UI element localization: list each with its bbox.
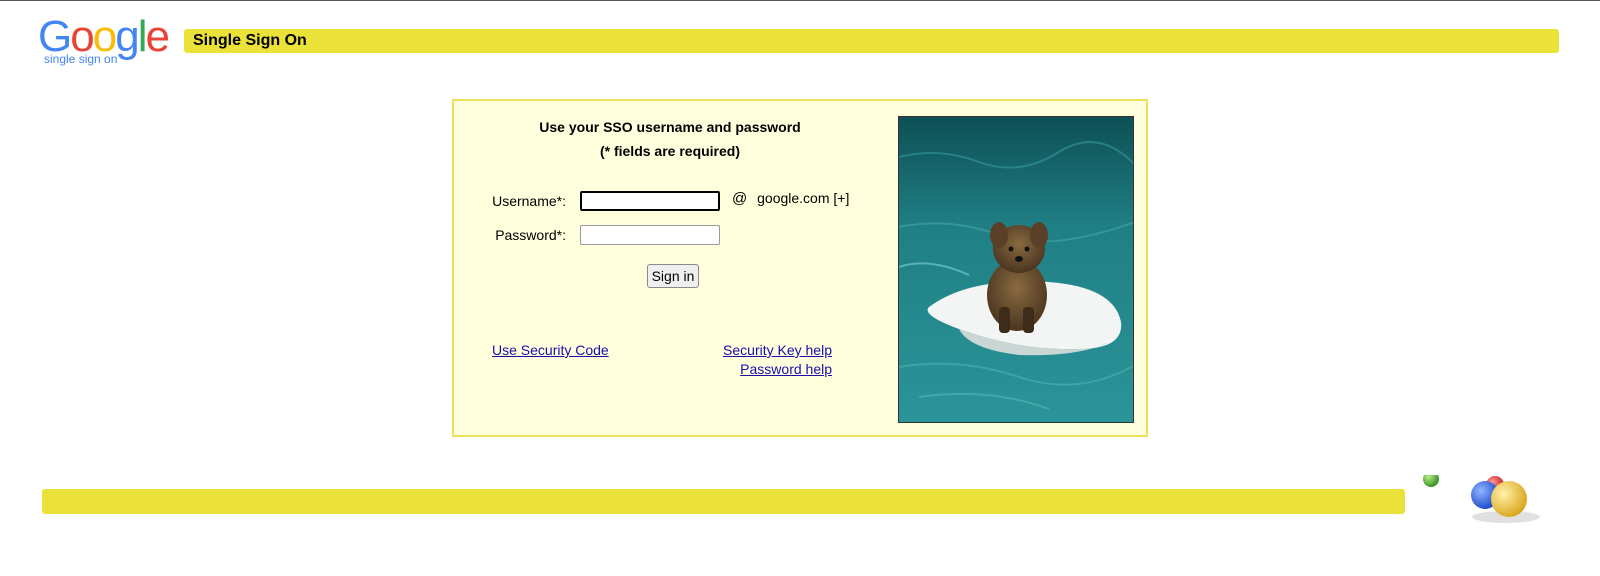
page-title: Single Sign On bbox=[193, 32, 307, 49]
at-symbol: @ bbox=[732, 190, 748, 207]
domain-expand-toggle[interactable]: [+] bbox=[833, 190, 849, 206]
password-help-link[interactable]: Password help bbox=[740, 361, 832, 377]
username-label: Username*: bbox=[492, 193, 566, 209]
header-bar: Single Sign On bbox=[184, 29, 1559, 53]
login-panel: Use your SSO username and password (* fi… bbox=[452, 99, 1148, 437]
footer-bar bbox=[42, 489, 1405, 514]
logo-subtitle: single sign on bbox=[44, 52, 118, 66]
domain-suffix: @ google.com [+] bbox=[732, 190, 849, 207]
password-input[interactable] bbox=[580, 225, 720, 245]
username-input[interactable] bbox=[580, 191, 720, 211]
use-security-code-link[interactable]: Use Security Code bbox=[492, 342, 609, 358]
required-note: (* fields are required) bbox=[599, 143, 741, 159]
colored-balls-icon bbox=[1418, 471, 1568, 565]
password-label: Password*: bbox=[495, 227, 566, 243]
domain-text: google.com bbox=[757, 190, 830, 206]
dog-on-surfboard-photo bbox=[898, 116, 1134, 423]
sign-in-button[interactable]: Sign in bbox=[647, 264, 699, 288]
security-key-help-link[interactable]: Security Key help bbox=[723, 342, 832, 358]
google-sso-logo: Google single sign on bbox=[38, 15, 178, 67]
login-heading: Use your SSO username and password bbox=[539, 119, 801, 135]
